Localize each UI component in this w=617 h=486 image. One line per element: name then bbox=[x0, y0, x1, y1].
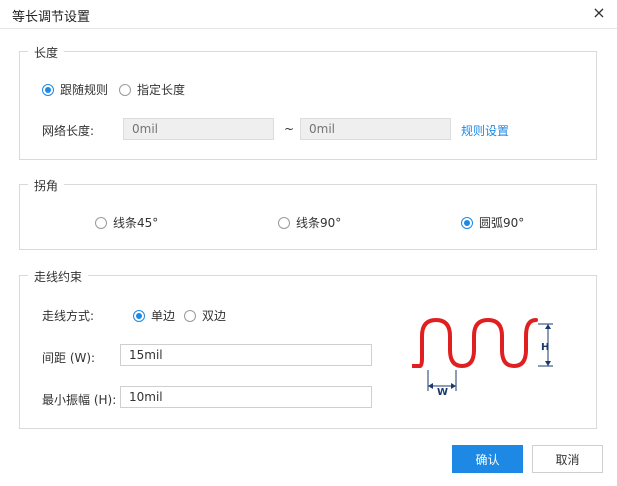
routing-legend: 走线约束 bbox=[28, 268, 89, 285]
spacing-input[interactable] bbox=[120, 344, 372, 366]
net-length-from-input[interactable] bbox=[123, 118, 274, 140]
w-arrow-left bbox=[428, 383, 433, 389]
range-tilde: ~ bbox=[284, 122, 295, 136]
dialog-titlebar: 等长调节设置 × bbox=[0, 0, 617, 29]
radio-line-90[interactable]: 线条90° bbox=[278, 214, 341, 231]
w-arrow-right bbox=[451, 383, 456, 389]
radio-single-side-label: 单边 bbox=[151, 309, 176, 323]
net-length-label: 网络长度: bbox=[42, 124, 95, 138]
h-arrow-up bbox=[545, 324, 551, 329]
radio-single-side[interactable]: 单边 bbox=[133, 307, 175, 324]
serpentine-trace bbox=[412, 317, 538, 369]
radio-single-side-dot bbox=[133, 309, 145, 322]
radio-arc-90-dot bbox=[461, 216, 473, 229]
length-legend: 长度 bbox=[28, 44, 65, 61]
radio-specify-length-dot bbox=[119, 83, 131, 96]
h-dimension-label: H bbox=[541, 342, 549, 353]
radio-double-side[interactable]: 双边 bbox=[184, 307, 226, 324]
serpentine-diagram: H W bbox=[412, 317, 553, 396]
h-arrow-down bbox=[545, 361, 551, 366]
radio-line-90-label: 线条90° bbox=[296, 216, 342, 230]
w-dimension-label: W bbox=[437, 387, 448, 396]
radio-line-90-dot bbox=[278, 216, 290, 229]
routing-group: 走线约束 走线方式: 单边 双边 间距 (W): 最小振幅 (H): H W bbox=[19, 268, 597, 429]
radio-double-side-label: 双边 bbox=[202, 309, 227, 323]
radio-follow-rule-label: 跟随规则 bbox=[60, 83, 109, 97]
amplitude-input[interactable] bbox=[120, 386, 372, 408]
spacing-label: 间距 (W): bbox=[42, 351, 96, 365]
radio-arc-90-label: 圆弧90° bbox=[479, 216, 525, 230]
corner-legend: 拐角 bbox=[28, 177, 65, 194]
radio-line-45-label: 线条45° bbox=[113, 216, 159, 230]
close-icon[interactable]: × bbox=[589, 3, 609, 23]
radio-follow-rule[interactable]: 跟随规则 bbox=[42, 81, 108, 98]
radio-arc-90[interactable]: 圆弧90° bbox=[461, 214, 524, 231]
radio-line-45-dot bbox=[95, 216, 107, 229]
radio-specify-length[interactable]: 指定长度 bbox=[119, 81, 185, 98]
length-group: 长度 跟随规则 指定长度 网络长度: ~ 规则设置 bbox=[19, 44, 597, 160]
dialog-title: 等长调节设置 bbox=[12, 10, 91, 25]
radio-double-side-dot bbox=[184, 309, 196, 322]
radio-follow-rule-dot bbox=[42, 83, 54, 96]
net-length-to-input[interactable] bbox=[300, 118, 451, 140]
radio-specify-length-label: 指定长度 bbox=[137, 83, 186, 97]
cancel-button[interactable]: 取消 bbox=[532, 445, 603, 473]
routing-mode-label: 走线方式: bbox=[42, 309, 95, 323]
corner-group: 拐角 线条45° 线条90° 圆弧90° bbox=[19, 177, 597, 250]
radio-line-45[interactable]: 线条45° bbox=[95, 214, 158, 231]
confirm-button[interactable]: 确认 bbox=[452, 445, 523, 473]
rule-settings-link[interactable]: 规则设置 bbox=[461, 122, 509, 139]
amplitude-label: 最小振幅 (H): bbox=[42, 393, 117, 407]
